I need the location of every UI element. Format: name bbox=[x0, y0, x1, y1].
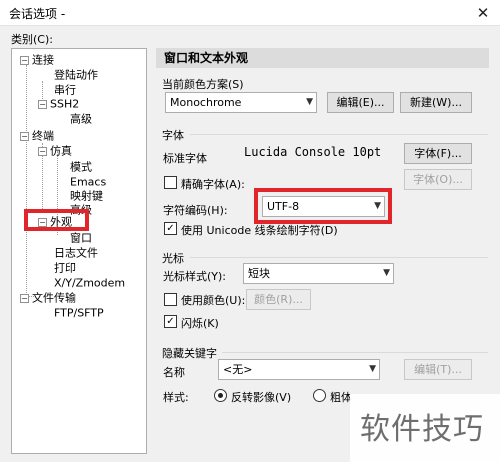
keyword-style-label: 样式: bbox=[163, 391, 189, 404]
encoding-label: 字符编码(H): bbox=[163, 204, 228, 217]
encoding-highlight-box bbox=[254, 188, 392, 224]
close-icon[interactable]: ✕ bbox=[466, 0, 500, 26]
tree-connector bbox=[26, 65, 27, 295]
collapse-icon[interactable]: − bbox=[20, 55, 29, 65]
cursor-group-label: 光标 bbox=[162, 252, 184, 265]
edit-scheme-button[interactable]: 编辑(E)... bbox=[327, 92, 394, 113]
keyword-name-label: 名称 bbox=[163, 366, 185, 379]
collapse-icon[interactable]: − bbox=[38, 146, 47, 156]
tree-item-login-actions[interactable]: 登陆动作 bbox=[54, 67, 98, 82]
tree-item-connection[interactable]: − 连接 bbox=[20, 52, 54, 67]
keyword-edit-button[interactable]: 编辑(T)... bbox=[404, 359, 472, 380]
tree-item-modes[interactable]: 模式 bbox=[70, 159, 92, 174]
unicode-line-label: 使用 Unicode 线条绘制字符(D) bbox=[181, 224, 338, 237]
watermark: 软件技巧 bbox=[350, 394, 500, 462]
keyword-name-select[interactable]: <无> ▼ bbox=[218, 359, 380, 380]
group-divider bbox=[190, 257, 488, 258]
category-tree[interactable]: − 连接 登陆动作 串行 − SSH2 高级 − 终端 − 仿真 模式 Emacs 映射… bbox=[11, 48, 147, 454]
tree-item-window[interactable]: 窗口 bbox=[70, 230, 92, 245]
tree-item-terminal[interactable]: − 终端 bbox=[20, 128, 54, 143]
group-divider bbox=[190, 134, 488, 135]
tree-item-emulation[interactable]: − 仿真 bbox=[38, 143, 72, 158]
tree-item-ftp-sftp[interactable]: FTP/SFTP bbox=[54, 305, 104, 320]
appearance-highlight-box bbox=[24, 209, 89, 231]
tree-item-ssh2[interactable]: − SSH2 bbox=[38, 96, 79, 111]
tree-item-ssh2-advanced[interactable]: 高级 bbox=[70, 111, 92, 126]
font-group-label: 字体 bbox=[162, 129, 184, 142]
hidden-keyword-group-label: 隐藏关键字 bbox=[162, 347, 217, 360]
blink-checkbox[interactable]: ✓ bbox=[164, 315, 177, 328]
tree-item-mapped-keys[interactable]: 映射键 bbox=[70, 188, 103, 203]
standard-font-value: Lucida Console 10pt bbox=[244, 145, 382, 159]
cursor-style-select[interactable]: 短块 ▼ bbox=[243, 263, 394, 284]
reverse-video-label: 反转影像(V) bbox=[231, 391, 292, 404]
collapse-icon[interactable]: − bbox=[20, 293, 29, 303]
blink-label: 闪烁(K) bbox=[181, 317, 219, 330]
tree-item-printing[interactable]: 打印 bbox=[54, 260, 76, 275]
chevron-down-icon: ▼ bbox=[306, 97, 313, 107]
panel-title: 窗口和文本外观 bbox=[156, 48, 489, 68]
tree-item-serial[interactable]: 串行 bbox=[54, 82, 76, 97]
watermark-text: 软件技巧 bbox=[360, 412, 484, 447]
chevron-down-icon: ▼ bbox=[369, 364, 376, 374]
color-scheme-select[interactable]: Monochrome ▼ bbox=[165, 92, 317, 113]
new-scheme-button[interactable]: 新建(W)... bbox=[400, 92, 472, 113]
cursor-style-label: 光标样式(Y): bbox=[163, 270, 227, 283]
chevron-down-icon: ▼ bbox=[383, 268, 390, 278]
group-divider bbox=[222, 352, 488, 353]
precise-font-button[interactable]: 字体(O)... bbox=[404, 169, 472, 190]
color-scheme-group-label: 当前颜色方案(S) bbox=[162, 78, 244, 91]
cursor-color-button[interactable]: 颜色(R)... bbox=[246, 289, 311, 310]
title-bar: 会话选项 - ✕ bbox=[0, 0, 500, 26]
unicode-line-checkbox[interactable]: ✓ bbox=[164, 222, 177, 235]
collapse-icon[interactable]: − bbox=[38, 99, 47, 109]
window-title: 会话选项 - bbox=[9, 7, 66, 21]
use-color-label: 使用颜色(U): bbox=[181, 294, 246, 307]
use-color-checkbox[interactable] bbox=[164, 293, 177, 306]
reverse-video-radio[interactable] bbox=[214, 389, 227, 402]
tree-item-emacs[interactable]: Emacs bbox=[70, 174, 106, 189]
collapse-icon[interactable]: − bbox=[20, 131, 29, 141]
tree-item-log-file[interactable]: 日志文件 bbox=[54, 245, 98, 260]
category-label: 类别(C): bbox=[11, 33, 53, 46]
bold-label: 粗体 bbox=[330, 391, 352, 404]
standard-font-label: 标准字体 bbox=[163, 152, 207, 165]
bold-radio[interactable] bbox=[313, 389, 326, 402]
precise-font-label: 精确字体(A): bbox=[181, 178, 245, 191]
font-button[interactable]: 字体(F)... bbox=[404, 143, 472, 164]
tree-item-xyzmodem[interactable]: X/Y/Zmodem bbox=[54, 275, 125, 290]
tree-item-file-transfer[interactable]: − 文件传输 bbox=[20, 290, 76, 305]
precise-font-checkbox[interactable] bbox=[164, 176, 177, 189]
